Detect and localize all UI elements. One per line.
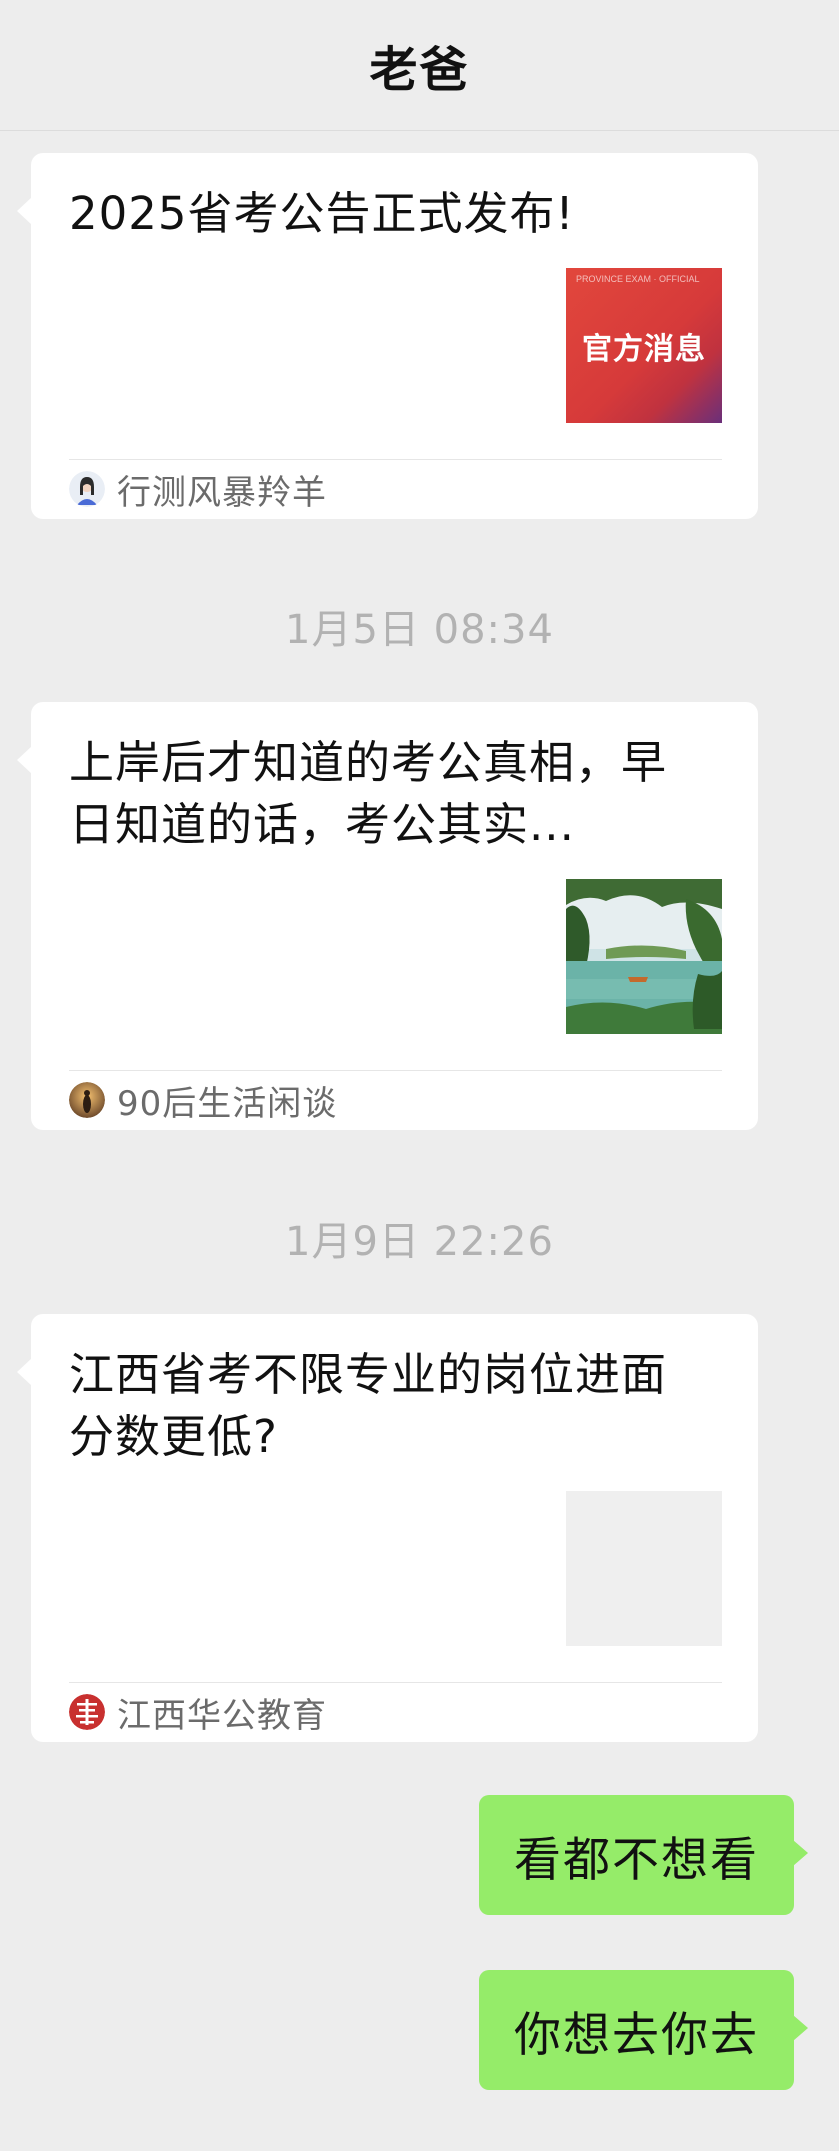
chat-header: 老爸	[0, 0, 839, 131]
article-card[interactable]: 江西省考不限专业的岗位进面分数更低? 江西华公教育	[17, 1314, 758, 1742]
sent-message-bubble[interactable]: 你想去你去	[479, 1970, 808, 2090]
source-avatar-icon	[69, 1082, 105, 1118]
article-card[interactable]: 上岸后才知道的考公真相，早日知道的话，考公其实... 90后生活闲谈	[17, 702, 758, 1130]
article-source[interactable]: 江西华公教育	[69, 1692, 327, 1736]
article-title: 江西省考不限专业的岗位进面分数更低?	[69, 1348, 668, 1463]
sent-message-bubble[interactable]: 看都不想看	[479, 1795, 808, 1915]
card-divider	[69, 1070, 722, 1071]
chat-title: 老爸	[369, 42, 470, 98]
article-thumbnail	[566, 879, 722, 1034]
source-name: 90后生活闲谈	[117, 1083, 338, 1124]
card-divider	[69, 1682, 722, 1683]
thumbnail-caption: PROVINCE EXAM · OFFICIAL	[576, 274, 700, 284]
lake-photo-icon	[566, 879, 722, 1034]
source-name: 行测风暴羚羊	[117, 472, 327, 513]
article-title: 上岸后才知道的考公真相，早日知道的话，考公其实...	[69, 736, 668, 851]
article-source[interactable]: 行测风暴羚羊	[69, 469, 327, 513]
source-name: 江西华公教育	[117, 1695, 327, 1736]
article-thumbnail: PROVINCE EXAM · OFFICIAL 官方消息	[566, 268, 722, 423]
article-thumbnail	[566, 1491, 722, 1646]
message-timestamp: 1月5日 08:34	[285, 607, 554, 653]
source-avatar-icon	[69, 1694, 105, 1730]
article-title: 2025省考公告正式发布!	[69, 187, 575, 240]
card-divider	[69, 459, 722, 460]
article-source[interactable]: 90后生活闲谈	[69, 1080, 337, 1124]
message-timestamp: 1月9日 22:26	[285, 1219, 554, 1265]
source-avatar-icon	[69, 471, 105, 507]
thumbnail-headline: 官方消息	[582, 332, 706, 367]
article-card[interactable]: 2025省考公告正式发布! PROVINCE EXAM · OFFICIAL 官…	[17, 153, 758, 519]
